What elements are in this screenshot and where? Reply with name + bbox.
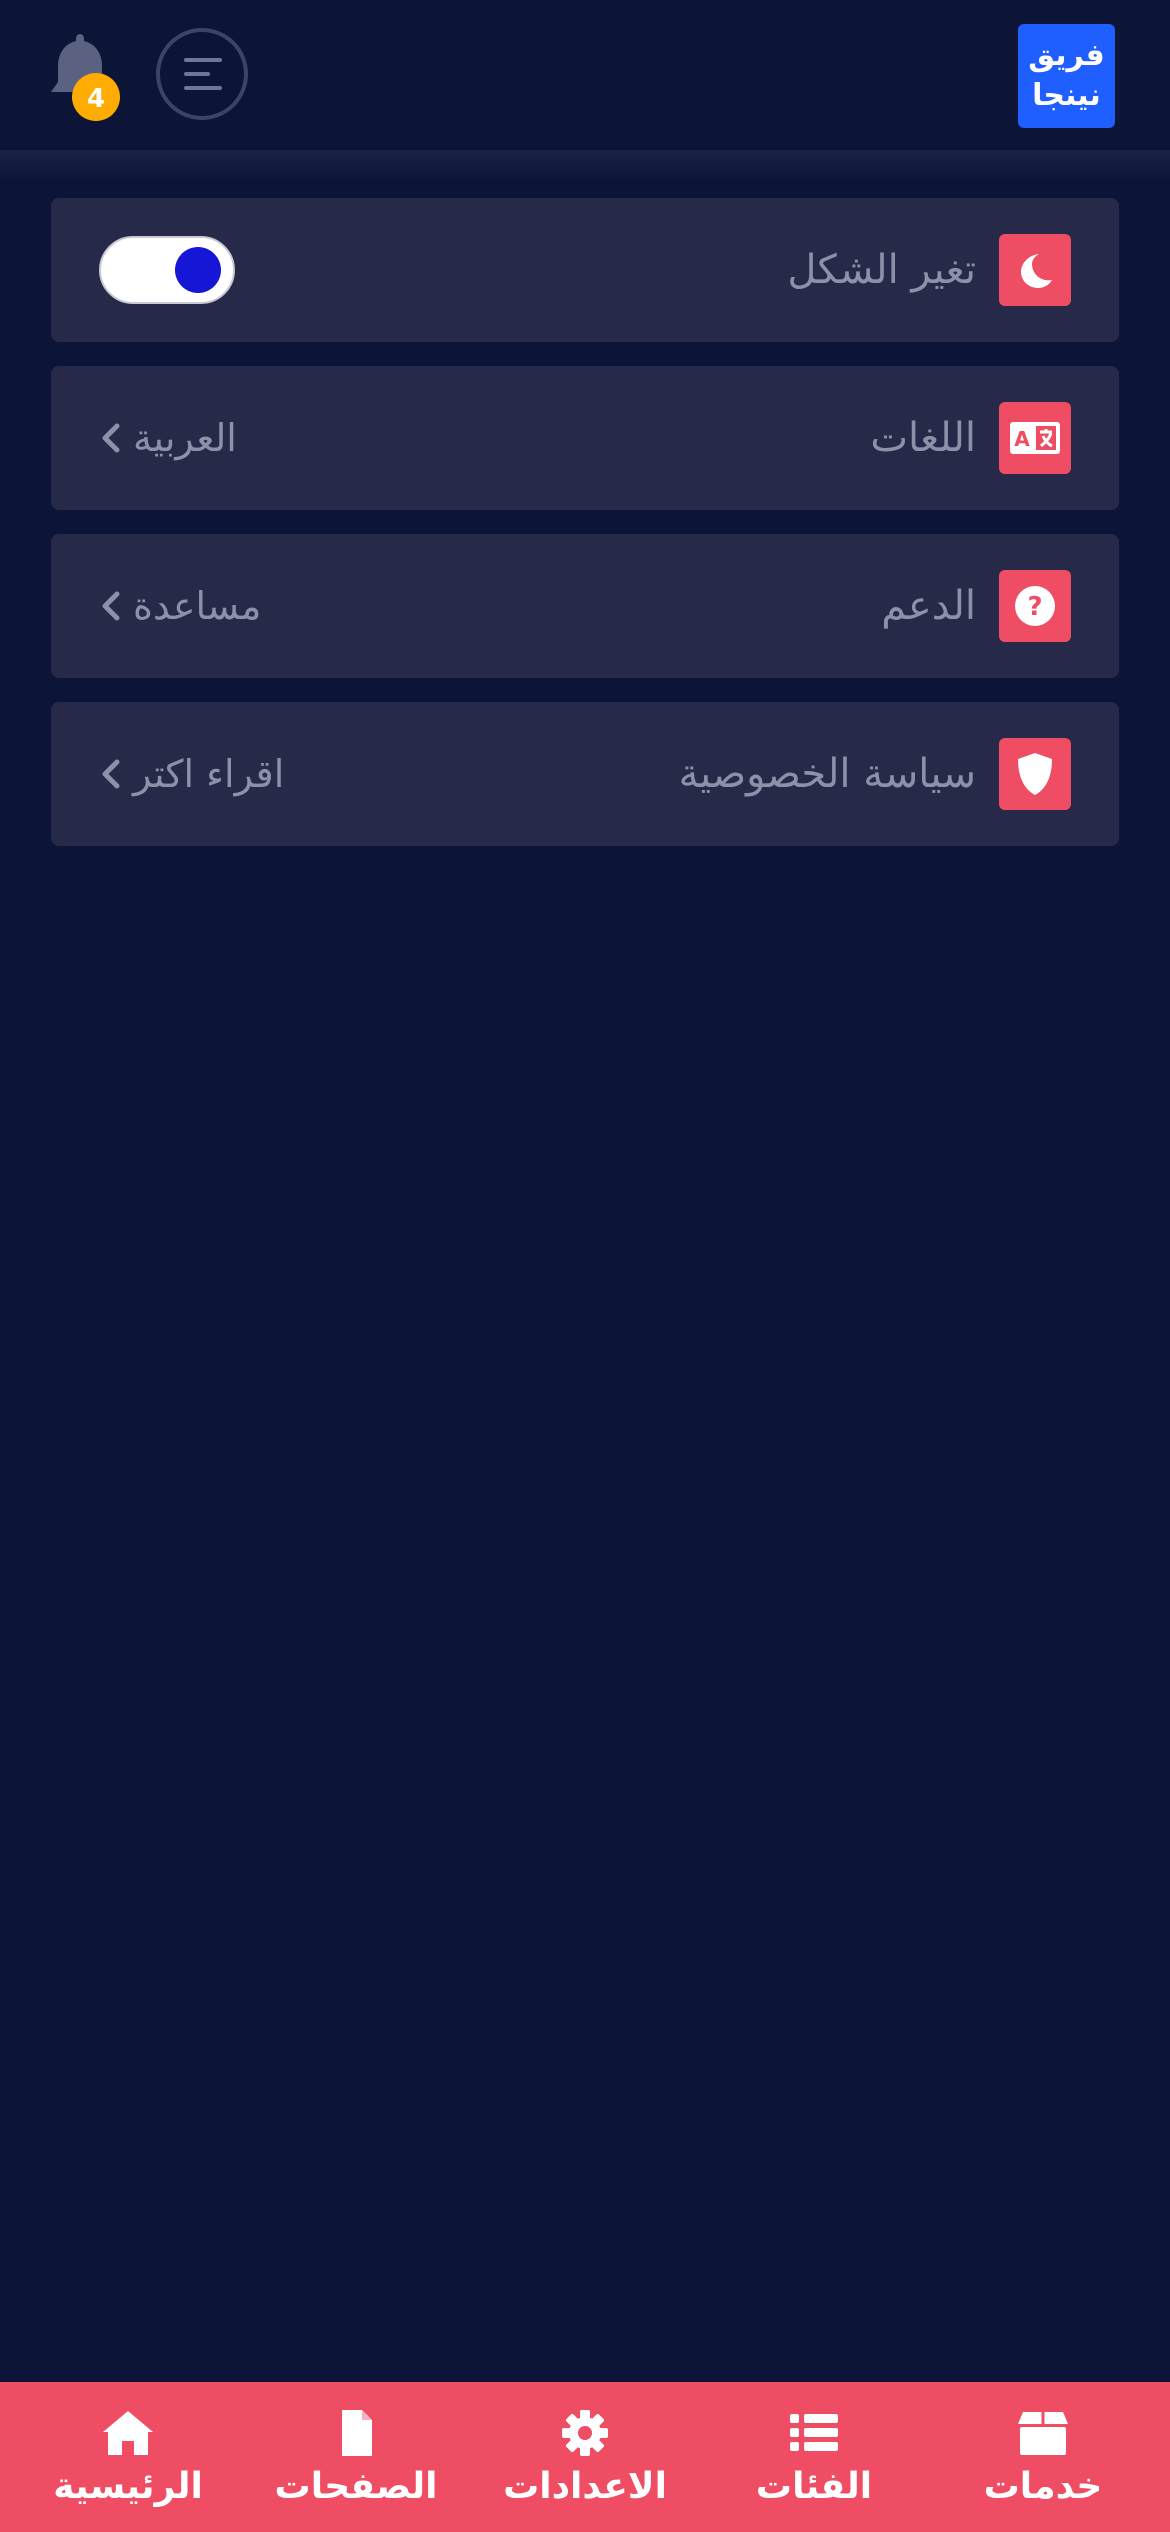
app-header: فريق نينجا 4: [0, 0, 1170, 150]
file-icon: [342, 2410, 372, 2456]
logo-line-2: نينجا: [1032, 78, 1101, 113]
home-icon: [103, 2411, 153, 2455]
chevron-left-icon: [102, 759, 120, 789]
row-icon-container: [999, 738, 1071, 810]
menu-icon: [184, 58, 222, 90]
setting-row-languages[interactable]: A اللغات العربية: [51, 366, 1119, 510]
nav-item-pages[interactable]: الصفحات: [256, 2382, 456, 2532]
nav-label-services: خدمات: [983, 2466, 1103, 2507]
moon-icon: [1021, 254, 1052, 288]
setting-value-languages: العربية: [133, 416, 237, 460]
question-icon: ?: [1015, 586, 1055, 626]
setting-value-privacy: اقراء اكتر: [133, 752, 285, 796]
setting-value-support: مساعدة: [133, 584, 262, 628]
row-icon-container: [999, 234, 1071, 306]
header-shadow: [0, 150, 1170, 180]
shield-icon: [1018, 753, 1052, 795]
theme-toggle[interactable]: [99, 236, 235, 304]
nav-item-categories[interactable]: الفئات: [714, 2382, 914, 2532]
nav-label-categories: الفئات: [755, 2466, 873, 2507]
language-icon: A: [1010, 422, 1060, 454]
nav-item-services[interactable]: خدمات: [943, 2382, 1143, 2532]
nav-label-pages: الصفحات: [274, 2466, 438, 2507]
row-icon-container: ?: [999, 570, 1071, 642]
nav-label-settings: الاعدادات: [503, 2466, 667, 2507]
gear-icon: [562, 2410, 608, 2456]
row-icon-container: A: [999, 402, 1071, 474]
setting-row-privacy[interactable]: سياسة الخصوصية اقراء اكتر: [51, 702, 1119, 846]
chevron-left-icon: [102, 423, 120, 453]
setting-row-support[interactable]: ? الدعم مساعدة: [51, 534, 1119, 678]
logo-line-1: فريق: [1028, 38, 1105, 73]
setting-label-theme: تغير الشكل: [787, 247, 976, 293]
toggle-knob: [175, 247, 221, 293]
setting-label-privacy: سياسة الخصوصية: [678, 751, 976, 797]
setting-label-languages: اللغات: [870, 415, 976, 461]
box-icon: [1018, 2412, 1068, 2455]
menu-button[interactable]: [156, 28, 248, 120]
app-logo[interactable]: فريق نينجا: [1018, 24, 1115, 128]
bottom-navigation: خدمات الفئات الاعدادات الصفحات الرئيسية: [0, 2382, 1170, 2532]
nav-item-home[interactable]: الرئيسية: [28, 2382, 228, 2532]
list-icon: [790, 2414, 838, 2451]
svg-text:A: A: [1014, 427, 1030, 451]
svg-text:?: ?: [1027, 592, 1042, 622]
nav-item-settings[interactable]: الاعدادات: [485, 2382, 685, 2532]
setting-row-theme[interactable]: تغير الشكل: [51, 198, 1119, 342]
nav-label-home: الرئيسية: [53, 2466, 203, 2507]
chevron-left-icon: [102, 591, 120, 621]
notification-badge: 4: [72, 73, 120, 121]
setting-label-support: الدعم: [881, 583, 976, 629]
